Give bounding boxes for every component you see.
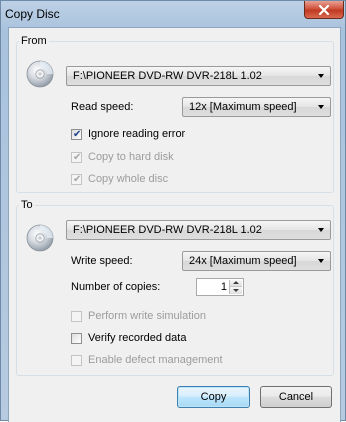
verify-data-checkbox[interactable]	[71, 333, 82, 344]
window-title: Copy Disc	[5, 7, 60, 21]
ignore-errors-label: Ignore reading error	[88, 128, 186, 140]
write-speed-value: 24x [Maximum speed]	[189, 255, 297, 267]
copy-button[interactable]: Copy	[177, 386, 250, 408]
dialog-body: From F:\PIONEER DVD-RW DVR-218L 1.02 Rea…	[8, 27, 341, 422]
copies-stepper-buttons	[229, 280, 242, 294]
read-speed-select[interactable]: 12x [Maximum speed]	[182, 97, 331, 117]
source-drive-select[interactable]: F:\PIONEER DVD-RW DVR-218L 1.02	[66, 66, 331, 86]
defect-management-label: Enable defect management	[88, 354, 223, 366]
write-simulation-checkbox[interactable]	[71, 311, 82, 322]
defect-management-checkbox[interactable]	[71, 355, 82, 366]
copy-whole-disc-checkbox[interactable]: ✔	[71, 174, 82, 185]
target-disc-icon	[26, 224, 54, 252]
copies-label: Number of copies:	[71, 281, 161, 293]
close-button[interactable]	[304, 1, 344, 19]
copy-to-hard-disk-label: Copy to hard disk	[88, 151, 174, 163]
target-drive-select[interactable]: F:\PIONEER DVD-RW DVR-218L 1.02	[66, 220, 331, 240]
ignore-errors-checkbox[interactable]: ✔	[71, 129, 82, 140]
from-group-label: From	[19, 35, 49, 48]
write-simulation-label: Perform write simulation	[88, 310, 206, 322]
verify-data-label: Verify recorded data	[88, 332, 187, 344]
cancel-button[interactable]: Cancel	[260, 386, 332, 408]
close-icon	[318, 4, 330, 15]
stepper-up-icon[interactable]	[230, 280, 242, 287]
copy-to-hard-disk-checkbox[interactable]: ✔	[71, 152, 82, 163]
source-drive-value: F:\PIONEER DVD-RW DVR-218L 1.02	[73, 70, 262, 82]
write-speed-select[interactable]: 24x [Maximum speed]	[182, 251, 331, 271]
chevron-down-icon	[318, 228, 324, 232]
target-drive-value: F:\PIONEER DVD-RW DVR-218L 1.02	[73, 224, 262, 236]
read-speed-value: 12x [Maximum speed]	[189, 101, 297, 113]
read-speed-label: Read speed:	[71, 101, 134, 113]
copy-disc-window: Copy Disc From F:\PIONEER DVD-RW DVR-218…	[0, 0, 346, 422]
copies-stepper[interactable]: 1	[196, 278, 244, 296]
chevron-down-icon	[318, 259, 324, 263]
from-group	[16, 41, 334, 193]
copy-whole-disc-label: Copy whole disc	[88, 173, 169, 185]
check-icon: ✔	[73, 129, 82, 140]
write-speed-label: Write speed:	[71, 255, 133, 267]
source-disc-icon	[26, 60, 54, 88]
to-group-label: To	[19, 199, 35, 212]
stepper-down-icon[interactable]	[230, 287, 242, 294]
check-icon: ✔	[73, 152, 82, 163]
title-bar[interactable]: Copy Disc	[1, 1, 345, 25]
chevron-down-icon	[318, 105, 324, 109]
copies-value: 1	[220, 281, 227, 293]
check-icon: ✔	[73, 174, 82, 185]
chevron-down-icon	[318, 74, 324, 78]
